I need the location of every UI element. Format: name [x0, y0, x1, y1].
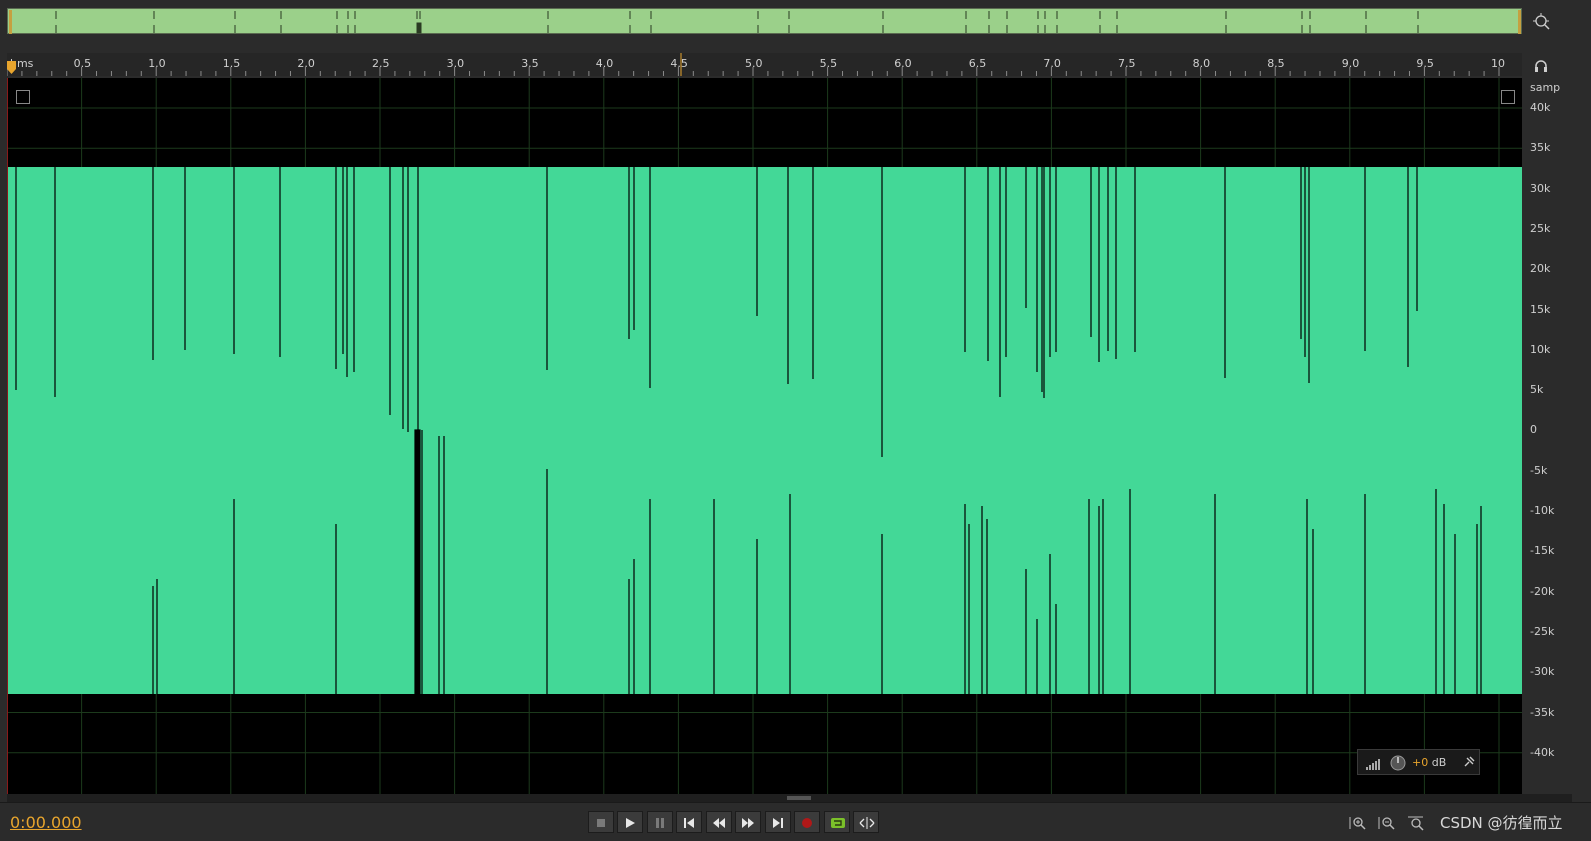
- volume-hud[interactable]: +0 dB: [1357, 749, 1480, 775]
- amplitude-tick-label: -10k: [1530, 504, 1555, 517]
- amplitude-tick-label: 0: [1530, 423, 1537, 437]
- stop-icon: [597, 819, 605, 827]
- zoom-out-amplitude-button[interactable]: [1378, 815, 1396, 831]
- fast-forward-button[interactable]: [735, 811, 761, 833]
- amplitude-tick-label: -15k: [1530, 544, 1555, 558]
- amplitude-tick-label: 30k: [1530, 181, 1551, 195]
- stop-button[interactable]: [588, 811, 614, 833]
- amplitude-tick-label: 40k: [1530, 101, 1551, 114]
- amplitude-tick-label: 25k: [1530, 221, 1551, 235]
- loop-button[interactable]: [824, 811, 850, 833]
- ruler-tick-label: 3.0: [447, 57, 465, 70]
- gain-unit: dB: [1431, 756, 1447, 769]
- pause-button[interactable]: [647, 811, 673, 833]
- level-meter-icon: [1366, 755, 1406, 771]
- skip-selection-button[interactable]: [853, 811, 879, 833]
- ruler-tick-label: 6.0: [894, 57, 912, 70]
- time-ruler[interactable]: 0.5 1.0 1.5 2.0 2.5 3.0 3.5 4.0 4.5 5.0 5.5 6.0 6.5 7…: [7, 53, 1522, 76]
- overview-mark: [416, 22, 422, 34]
- amplitude-tick-label: -20k: [1530, 584, 1555, 598]
- skip-forward-icon: [773, 818, 783, 828]
- scrollbar-grip[interactable]: [787, 796, 811, 800]
- ruler-tick-label: 8.0: [1193, 57, 1211, 70]
- amplitude-tick-label: -35k: [1530, 705, 1555, 719]
- zoom-in-amplitude-button[interactable]: [1349, 815, 1367, 831]
- rewind-icon: [713, 818, 725, 828]
- loop-icon: [831, 818, 845, 828]
- timecode-display[interactable]: 0:00.000: [10, 813, 82, 832]
- amplitude-zoom-corner-left[interactable]: [16, 90, 30, 104]
- ruler-tick-label: 3.5: [521, 57, 539, 70]
- ruler-tick-label: 1.5: [223, 57, 241, 70]
- go-to-end-button[interactable]: [765, 811, 791, 833]
- amplitude-tick-label: 10k: [1530, 342, 1551, 356]
- record-button[interactable]: [794, 811, 820, 833]
- ruler-tick-label: 7.5: [1118, 57, 1136, 70]
- pin-icon[interactable]: [1461, 754, 1477, 770]
- amplitude-tick-label: -25k: [1530, 624, 1555, 638]
- overview-navigator[interactable]: [7, 8, 1522, 34]
- ruler-tick-label: 7.0: [1043, 57, 1061, 70]
- ruler-tick-label: 4.0: [596, 57, 614, 70]
- ruler-tick-label: 1.0: [148, 57, 166, 70]
- zoom-reset-icon: [1408, 816, 1424, 831]
- amplitude-tick-label: 15k: [1530, 302, 1551, 316]
- gain-readout: +0 dB: [1412, 756, 1446, 769]
- ruler-tick-label: 9.5: [1416, 57, 1434, 70]
- record-icon: [802, 818, 812, 828]
- zoom-out-amplitude-icon: [1378, 817, 1395, 830]
- waveform-dropout-block: [414, 429, 421, 695]
- playhead-handle[interactable]: [7, 61, 16, 74]
- ruler-tick-label: 5.0: [745, 57, 763, 70]
- ruler-tick-label: 6.5: [969, 57, 987, 70]
- amplitude-zoom-corner-right[interactable]: [1501, 90, 1515, 104]
- waveform-display[interactable]: [7, 78, 1522, 794]
- overview-waveform: [9, 10, 1521, 34]
- watermark-text: CSDN @彷徨而立: [1440, 814, 1563, 832]
- skip-back-icon: [684, 818, 694, 828]
- ruler-tick-label: 9.0: [1342, 57, 1360, 70]
- zoom-navigator-icon[interactable]: [1532, 12, 1552, 32]
- play-icon: [626, 818, 635, 828]
- play-button[interactable]: [617, 811, 643, 833]
- amplitude-axis: 40k 35k 30k 25k 20k 15k 10k 5k 0 -5k -10k -15k -20k -…: [1522, 78, 1591, 794]
- amplitude-tick-label: -40k: [1530, 745, 1555, 759]
- go-to-start-button[interactable]: [676, 811, 702, 833]
- ruler-tick-label: 4.5: [670, 57, 688, 70]
- zoom-in-amplitude-icon: [1349, 817, 1366, 830]
- ruler-tick-label: 10: [1491, 57, 1505, 70]
- horizontal-scrollbar[interactable]: [7, 794, 1572, 802]
- amplitude-tick-label: 35k: [1530, 141, 1551, 155]
- headphones-icon[interactable]: [1534, 58, 1548, 72]
- amplitude-tick-label: 20k: [1530, 262, 1551, 276]
- pause-icon: [656, 818, 664, 828]
- skip-selection-icon: [859, 817, 875, 829]
- ruler-tick-label: 2.0: [297, 57, 315, 70]
- rewind-button[interactable]: [706, 811, 732, 833]
- ruler-tick-label: 2.5: [372, 57, 390, 70]
- amplitude-tick-label: -30k: [1530, 665, 1555, 679]
- ruler-tick-label: 5.5: [820, 57, 838, 70]
- ruler-tick-label: 8.5: [1267, 57, 1285, 70]
- fast-forward-icon: [742, 818, 754, 828]
- amplitude-tick-label: 5k: [1530, 383, 1544, 397]
- gain-value: +0: [1412, 756, 1429, 769]
- zoom-reset-button[interactable]: [1407, 815, 1425, 831]
- amplitude-tick-label: -5k: [1530, 463, 1548, 477]
- ruler-tick-label: 0.5: [74, 57, 92, 70]
